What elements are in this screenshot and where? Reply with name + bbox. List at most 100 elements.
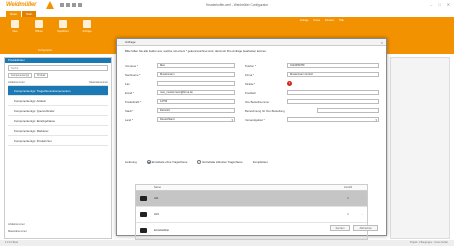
ribbon-open-button[interactable]: Öffnen [28, 20, 50, 33]
firma-field[interactable]: Mustermann GmbH [287, 72, 379, 77]
vorname-field[interactable]: Max [157, 63, 235, 68]
table-row[interactable]: A01 1 › [136, 191, 367, 207]
land-label: Land * [125, 118, 134, 122]
product-table: Name Anzahl A01 1 › LR3 1 › Einzelteilli… [135, 184, 368, 240]
panel-header: Produktfinder [5, 58, 111, 63]
delivery-label: Lieferung [125, 160, 137, 165]
bestellnummer-field[interactable] [287, 99, 379, 104]
ribbon-right-preise[interactable]: Preise [313, 19, 320, 22]
undo-quick-icon[interactable] [72, 3, 76, 7]
col-qty: Anzahl [344, 186, 352, 189]
ribbon-request-button[interactable]: Anfrage [76, 20, 98, 33]
request-icon [83, 20, 91, 28]
email-label: Email * [125, 91, 134, 95]
radio-option-einzelteile[interactable]: Einzelteile ohne Tragschiene [146, 160, 187, 165]
open-icon [35, 20, 43, 28]
search-input[interactable]: Suche [8, 65, 108, 71]
footer-article-label: Artikelnummer [8, 223, 25, 226]
maximize-button[interactable]: □ [438, 2, 440, 7]
save-icon [59, 20, 67, 28]
ribbon-right-items: Anfrage Preise Drucken Hilfe [300, 19, 344, 22]
send-button[interactable]: Senden [329, 225, 351, 231]
app-logo: Weidmüller [6, 2, 37, 8]
print-quick-icon[interactable] [66, 3, 70, 7]
row-name: LR3 [154, 213, 159, 216]
cancel-button[interactable]: Abbrechen [353, 225, 378, 231]
postfach-field[interactable] [287, 90, 379, 95]
filter-row: Komponententyp Produkt [8, 73, 108, 78]
product-thumbnail-icon [139, 228, 147, 233]
close-window-button[interactable]: ✕ [447, 2, 450, 7]
list-item[interactable]: Komponententyp: Querverbinder [8, 106, 108, 116]
email-field[interactable]: max_mustermann@firma.de [157, 90, 235, 95]
remove-row-icon[interactable]: › [357, 197, 367, 200]
list-item[interactable]: Komponententyp: Tragschienenkomponenten [8, 86, 108, 96]
telefon-field[interactable]: 0123456789 [287, 63, 379, 68]
footer-material-label: Materialnummer [8, 230, 27, 233]
nachname-label: Nachname * [125, 73, 141, 77]
redo-quick-icon[interactable] [78, 3, 82, 7]
col-material-number[interactable]: Materialnummer [89, 81, 108, 84]
fax-label: Fax [125, 82, 130, 86]
window-controls: – □ ✕ [430, 2, 450, 7]
status-left: 4.0.0.0 Beta [5, 241, 18, 244]
save-quick-icon[interactable] [60, 3, 64, 7]
firma-label: Firma * [245, 73, 255, 77]
radio-unchecked-icon [197, 160, 202, 165]
col-name: Name [154, 186, 161, 189]
dialog-buttons: Senden Abbrechen [329, 225, 378, 231]
remove-row-icon[interactable]: › [357, 213, 367, 216]
row-qty[interactable]: 1 [339, 197, 357, 200]
strasse-label: Straße * [245, 82, 256, 86]
product-finder-panel: Produktfinder Suche Komponententyp Produ… [4, 57, 112, 239]
plz-field[interactable]: 12756 [157, 99, 235, 104]
bezeichnung-field[interactable] [317, 108, 379, 113]
versandgebiet-select[interactable] [287, 117, 379, 122]
logo-mark-icon [46, 1, 54, 9]
list-item[interactable]: Komponententyp: Produkt-Set [8, 136, 108, 146]
list-item[interactable]: Komponententyp: Markierer [8, 126, 108, 136]
ribbon-right-drucken[interactable]: Drucken [325, 19, 334, 22]
radio-checked-icon [146, 160, 151, 165]
list-item[interactable]: Komponententyp: Einstzgehäuse [8, 116, 108, 126]
window-title: Headerkoffer.wmf - Weidmüller Configurat… [206, 3, 269, 7]
vorname-label: Vorname * [125, 64, 139, 68]
right-panel [390, 57, 450, 239]
col-article-number[interactable]: Artikelnummer [8, 81, 25, 84]
list-item[interactable]: Komponententyp: Artikeln [8, 96, 108, 106]
row-qty[interactable]: 1 [339, 213, 357, 216]
close-icon[interactable]: × [381, 39, 383, 46]
error-icon: ! [287, 81, 292, 86]
telefon-label: Telefon * [245, 64, 256, 68]
product-thumbnail-icon [139, 212, 147, 217]
status-right: Projekt: 1 Baugruppe · Keine Fehler [409, 241, 448, 244]
ribbon-save-button[interactable]: Speichern [52, 20, 74, 33]
land-select[interactable]: Deutschland [157, 117, 235, 122]
ribbon-right-hilfe[interactable]: Hilfe [339, 19, 344, 22]
stadt-label: Stadt * [125, 109, 134, 113]
row-name: Einzelteilliste [154, 229, 169, 232]
versandgebiet-label: Versandgebiet * [245, 118, 265, 122]
component-type-select[interactable]: Komponententyp [8, 73, 33, 78]
quick-access-toolbar [60, 3, 82, 7]
ribbon-right-anfrage[interactable]: Anfrage [300, 19, 308, 22]
bezeichnung-label: Bezeichnung für Ihre Bestellung [245, 109, 285, 113]
new-icon [11, 20, 19, 28]
status-bar: 4.0.0.0 Beta Projekt: 1 Baugruppe · Kein… [0, 240, 454, 246]
nachname-field[interactable]: Mustermann [157, 72, 235, 77]
bestellnummer-label: Ihre Bestellnummer [245, 100, 270, 104]
table-row[interactable]: LR3 1 › [136, 207, 367, 223]
fax-field[interactable] [157, 81, 235, 86]
product-select[interactable]: Produkt [34, 73, 49, 78]
dialog-intro: Bitte füllen Sie alle Felder aus, welche… [125, 49, 267, 53]
product-thumbnail-icon [139, 196, 147, 201]
title-bar: Weidmüller Headerkoffer.wmf - Weidmüller… [0, 0, 454, 11]
postfach-label: Postfach [245, 91, 256, 95]
delivery-options: Lieferung Einzelteile ohne Tragschiene E… [125, 160, 268, 165]
minimize-button[interactable]: – [430, 2, 432, 7]
radio-option-komplettset[interactable]: Komplettset [253, 160, 268, 164]
ribbon-new-button[interactable]: Neu [4, 20, 26, 33]
ribbon-group-label: Konfiguration [38, 49, 53, 52]
stadt-field[interactable]: Detmold [157, 108, 235, 113]
radio-option-inklusive[interactable]: Einzelteile inklusive Tragschiene [197, 160, 243, 165]
